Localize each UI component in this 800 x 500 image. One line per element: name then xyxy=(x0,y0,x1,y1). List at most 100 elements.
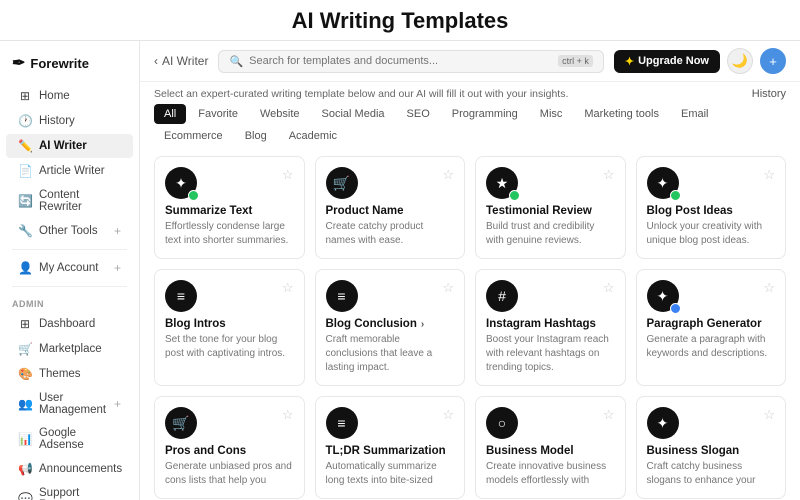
template-star-tldr-summarization[interactable]: ☆ xyxy=(442,407,454,423)
filter-tab-programming[interactable]: Programming xyxy=(442,104,528,124)
template-card-paragraph-generator[interactable]: ✦ ☆ Paragraph Generator Generate a parag… xyxy=(636,269,787,386)
back-arrow-icon: ‹ xyxy=(154,54,158,68)
sidebar-icon-dashboard: ⊞ xyxy=(18,317,32,331)
template-icon-symbol: # xyxy=(498,288,506,304)
template-card-blog-intros[interactable]: ≡ ☆ Blog Intros Set the tone for your bl… xyxy=(154,269,305,386)
template-icon-paragraph-generator: ✦ xyxy=(647,280,679,312)
template-card-header: 🛒 ☆ xyxy=(165,407,294,439)
template-card-testimonial-review[interactable]: ★ ☆ Testimonial Review Build trust and c… xyxy=(475,156,626,259)
sidebar-label-my-account: My Account xyxy=(39,262,98,274)
sidebar-plus-user-management: + xyxy=(114,397,121,411)
sidebar-item-home[interactable]: ⊞ Home xyxy=(6,84,133,108)
filter-tab-favorite[interactable]: Favorite xyxy=(188,104,248,124)
dark-mode-button[interactable]: 🌙 xyxy=(727,48,753,74)
history-link[interactable]: History xyxy=(752,88,786,100)
sidebar-item-article-writer[interactable]: 📄 Article Writer xyxy=(6,159,133,183)
sidebar-item-history[interactable]: 🕐 History xyxy=(6,109,133,133)
back-button[interactable]: ‹ AI Writer xyxy=(154,54,208,68)
template-star-testimonial-review[interactable]: ☆ xyxy=(603,167,615,183)
sidebar-item-marketplace[interactable]: 🛒 Marketplace xyxy=(6,337,133,361)
profile-button[interactable]: + xyxy=(760,48,786,74)
sidebar-item-content-rewriter[interactable]: 🔄 Content Rewriter xyxy=(6,184,133,218)
template-desc-blog-conclusion: Craft memorable conclusions that leave a… xyxy=(326,333,455,375)
filter-tab-website[interactable]: Website xyxy=(250,104,310,124)
filter-tab-blog[interactable]: Blog xyxy=(235,126,277,146)
upgrade-star-icon: ✦ xyxy=(625,55,634,68)
upgrade-button[interactable]: ✦ Upgrade Now xyxy=(614,50,720,73)
template-card-header: ✦ ☆ xyxy=(647,167,776,199)
search-input[interactable] xyxy=(249,55,552,67)
template-star-paragraph-generator[interactable]: ☆ xyxy=(763,280,775,296)
sidebar-label-user-management: User Management xyxy=(39,392,107,416)
template-card-pros-and-cons[interactable]: 🛒 ☆ Pros and Cons Generate unbiased pros… xyxy=(154,396,305,499)
sidebar-label-history: History xyxy=(39,115,75,127)
template-icon-symbol: ★ xyxy=(496,175,509,192)
template-icon-symbol: 🛒 xyxy=(172,415,189,432)
sidebar-label-article-writer: Article Writer xyxy=(39,165,105,177)
template-desc-tldr-summarization: Automatically summarize long texts into … xyxy=(326,460,455,488)
template-icon-blog-intros: ≡ xyxy=(165,280,197,312)
template-icon-blog-post-ideas: ✦ xyxy=(647,167,679,199)
template-star-instagram-hashtags[interactable]: ☆ xyxy=(603,280,615,296)
logo-icon: ✒ xyxy=(12,53,25,73)
filter-tabs: AllFavoriteWebsiteSocial MediaSEOProgram… xyxy=(140,104,800,152)
search-shortcut: ctrl + k xyxy=(558,55,593,67)
template-name-blog-post-ideas: Blog Post Ideas xyxy=(647,205,776,217)
filter-tab-social-media[interactable]: Social Media xyxy=(312,104,395,124)
template-icon-symbol: ✦ xyxy=(175,175,187,192)
template-star-business-slogan[interactable]: ☆ xyxy=(763,407,775,423)
template-icon-symbol: ≡ xyxy=(337,288,345,304)
template-star-blog-conclusion[interactable]: ☆ xyxy=(442,280,454,296)
template-card-blog-post-ideas[interactable]: ✦ ☆ Blog Post Ideas Unlock your creativi… xyxy=(636,156,787,259)
desc-bar: Select an expert-curated writing templat… xyxy=(140,82,800,104)
template-star-summarize-text[interactable]: ☆ xyxy=(282,167,294,183)
sidebar-label-dashboard: Dashboard xyxy=(39,318,95,330)
template-card-header: ≡ ☆ xyxy=(326,280,455,312)
template-badge-green xyxy=(188,190,199,201)
sidebar-item-themes[interactable]: 🎨 Themes xyxy=(6,362,133,386)
template-icon-symbol: ✦ xyxy=(657,288,669,305)
template-star-pros-and-cons[interactable]: ☆ xyxy=(282,407,294,423)
sidebar-label-other-tools: Other Tools xyxy=(39,225,98,237)
template-card-tldr-summarization[interactable]: ≡ ☆ TL;DR Summarization Automatically su… xyxy=(315,396,466,499)
search-icon: 🔍 xyxy=(229,55,243,68)
sidebar-logo: ✒ Forewrite xyxy=(0,49,139,83)
template-name-instagram-hashtags: Instagram Hashtags xyxy=(486,318,615,330)
template-star-blog-intros[interactable]: ☆ xyxy=(282,280,294,296)
sidebar-icon-themes: 🎨 xyxy=(18,367,32,381)
filter-tab-seo[interactable]: SEO xyxy=(397,104,440,124)
sidebar-plus-my-account: + xyxy=(114,261,121,275)
template-star-blog-post-ideas[interactable]: ☆ xyxy=(763,167,775,183)
template-icon-symbol: ○ xyxy=(498,415,506,431)
template-card-business-slogan[interactable]: ✦ ☆ Business Slogan Craft catchy busines… xyxy=(636,396,787,499)
filter-tab-email[interactable]: Email xyxy=(671,104,719,124)
filter-tab-marketing-tools[interactable]: Marketing tools xyxy=(574,104,669,124)
template-card-summarize-text[interactable]: ✦ ☆ Summarize Text Effortlessly condense… xyxy=(154,156,305,259)
template-card-product-name[interactable]: 🛒 ☆ Product Name Create catchy product n… xyxy=(315,156,466,259)
sidebar-item-google-adsense[interactable]: 📊 Google Adsense xyxy=(6,422,133,456)
template-icon-symbol: ≡ xyxy=(177,288,185,304)
template-card-instagram-hashtags[interactable]: # ☆ Instagram Hashtags Boost your Instag… xyxy=(475,269,626,386)
sidebar-item-ai-writer[interactable]: ✏️ AI Writer xyxy=(6,134,133,158)
template-name-pros-and-cons: Pros and Cons xyxy=(165,445,294,457)
sidebar-icon-history: 🕐 xyxy=(18,114,32,128)
template-arrow: › xyxy=(421,319,424,330)
template-star-business-model[interactable]: ☆ xyxy=(603,407,615,423)
filter-tab-all[interactable]: All xyxy=(154,104,186,124)
sidebar-item-user-management[interactable]: 👥 User Management + xyxy=(6,387,133,421)
search-bar[interactable]: 🔍 ctrl + k xyxy=(218,50,603,73)
filter-tab-misc[interactable]: Misc xyxy=(530,104,573,124)
template-icon-business-model: ○ xyxy=(486,407,518,439)
template-card-blog-conclusion[interactable]: ≡ ☆ Blog Conclusion› Craft memorable con… xyxy=(315,269,466,386)
sidebar-item-support-requests[interactable]: 💬 Support Requests xyxy=(6,482,133,500)
header-title: AI Writer xyxy=(162,54,208,68)
template-star-product-name[interactable]: ☆ xyxy=(442,167,454,183)
sidebar-item-other-tools[interactable]: 🔧 Other Tools + xyxy=(6,219,133,243)
sidebar-item-my-account[interactable]: 👤 My Account + xyxy=(6,256,133,280)
sidebar-item-dashboard[interactable]: ⊞ Dashboard xyxy=(6,312,133,336)
template-card-business-model[interactable]: ○ ☆ Business Model Create innovative bus… xyxy=(475,396,626,499)
filter-tab-ecommerce[interactable]: Ecommerce xyxy=(154,126,233,146)
sidebar-item-announcements[interactable]: 📢 Announcements xyxy=(6,457,133,481)
filter-tab-academic[interactable]: Academic xyxy=(279,126,347,146)
template-icon-symbol: ≡ xyxy=(337,415,345,431)
